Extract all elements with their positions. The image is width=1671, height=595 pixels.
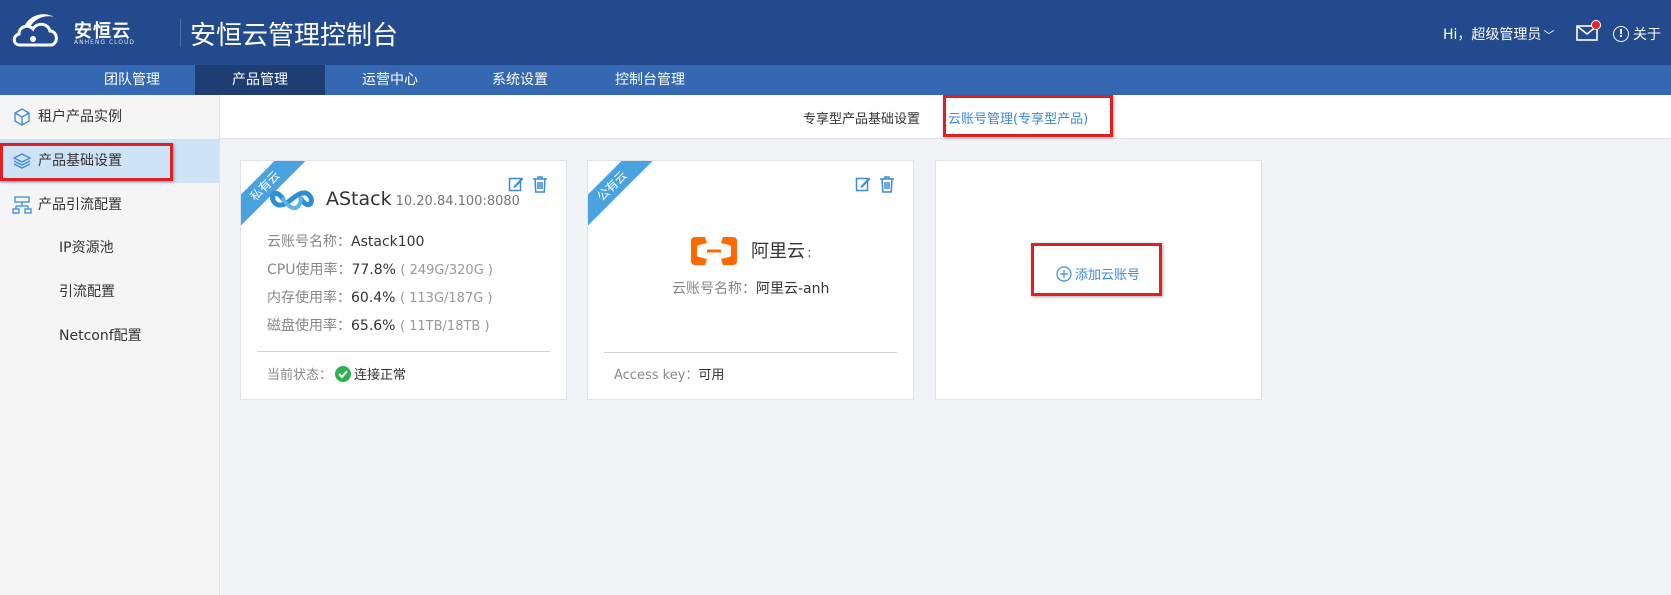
card-product-name: AStack	[326, 188, 392, 210]
about-button[interactable]: ! 关于	[1613, 24, 1661, 44]
highlight-box	[0, 143, 173, 181]
astack-logo-icon	[270, 190, 314, 210]
card-divider	[604, 352, 897, 353]
network-icon	[12, 196, 32, 214]
nav-item-team[interactable]: 团队管理	[69, 65, 195, 95]
card-name-suffix: :	[807, 245, 812, 261]
header-divider	[180, 19, 181, 47]
disk-usage-detail: ( 11TB/18TB )	[399, 319, 490, 334]
sidebar-item-label: 产品引流配置	[38, 197, 122, 213]
connection-status: 当前状态： 连接正常	[267, 364, 406, 383]
account-name-row: 云账号名称：阿里云-anh	[672, 278, 829, 298]
top-header: 安恒云 ANHENG CLOUD 安恒云管理控制台 Hi，超级管理员 ﹀ ! 关于	[0, 0, 1671, 65]
sidebar-subitem-netconf[interactable]: Netconf配置	[59, 326, 142, 346]
about-label: 关于	[1633, 27, 1661, 43]
check-circle-icon	[335, 365, 352, 382]
disk-usage-label: 磁盘使用率：	[267, 318, 351, 334]
tab-dedicated-settings[interactable]: 专享型产品基础设置	[803, 108, 920, 127]
disk-usage-row: 磁盘使用率：65.6% ( 11TB/18TB )	[267, 315, 490, 335]
trash-icon[interactable]	[532, 175, 548, 193]
card-ribbon: 公有云	[588, 161, 660, 234]
cpu-usage-label: CPU使用率：	[267, 262, 352, 278]
account-name-label: 云账号名称：	[672, 281, 756, 297]
memory-usage-label: 内存使用率：	[267, 290, 351, 306]
main-nav: 团队管理 产品管理 运营中心 系统设置 控制台管理	[0, 65, 1671, 95]
edit-icon[interactable]	[855, 175, 871, 193]
account-name-label: 云账号名称：	[267, 234, 351, 250]
account-name-value: 阿里云-anh	[756, 281, 830, 297]
account-name-row: 云账号名称：Astack100	[267, 231, 424, 251]
user-menu[interactable]: Hi，超级管理员 ﹀	[1443, 24, 1554, 44]
cpu-usage-value: 77.8%	[351, 262, 396, 278]
card-ip-address: 10.20.84.100:8080	[395, 194, 520, 209]
sidebar-subitem-ip-pool[interactable]: IP资源池	[59, 238, 114, 258]
nav-item-operations[interactable]: 运营中心	[325, 65, 455, 95]
sidebar-item-label: 租户产品实例	[38, 109, 122, 125]
memory-usage-value: 60.4%	[351, 290, 396, 306]
status-value: 连接正常	[354, 368, 407, 383]
sidebar-item-traffic-config[interactable]: 产品引流配置	[0, 183, 219, 227]
status-label: 当前状态：	[267, 368, 333, 383]
sidebar-item-tenant-instances[interactable]: 租户产品实例	[0, 95, 219, 139]
trash-icon[interactable]	[879, 175, 895, 193]
card-divider	[257, 351, 550, 352]
notification-dot	[1591, 20, 1601, 30]
chevron-down-icon: ﹀	[1543, 29, 1555, 42]
memory-usage-row: 内存使用率：60.4% ( 113G/187G )	[267, 287, 493, 307]
sidebar-subitem-traffic[interactable]: 引流配置	[59, 282, 115, 302]
logo-subtext: ANHENG CLOUD	[74, 39, 135, 46]
user-greeting: Hi，超级管理员	[1443, 27, 1542, 43]
disk-usage-value: 65.6%	[351, 318, 396, 334]
access-key-status: Access key： 可用	[614, 364, 724, 383]
access-key-value: 可用	[698, 368, 725, 383]
nav-item-system[interactable]: 系统设置	[455, 65, 585, 95]
nav-item-product[interactable]: 产品管理	[195, 65, 325, 95]
nav-item-console[interactable]: 控制台管理	[585, 65, 715, 95]
cloud-account-card-public: 公有云 阿里云: 云账号名称：阿里云-anh Access key： 可用	[587, 160, 914, 400]
card-actions	[855, 175, 895, 193]
info-icon: !	[1613, 26, 1629, 42]
memory-usage-detail: ( 113G/187G )	[399, 291, 493, 306]
highlight-box	[943, 95, 1113, 137]
card-title: 阿里云:	[751, 237, 812, 263]
card-product-name: 阿里云	[751, 241, 805, 262]
cube-icon	[14, 108, 30, 126]
highlight-box	[1031, 243, 1162, 296]
access-key-label: Access key：	[614, 368, 699, 383]
cpu-usage-row: CPU使用率：77.8% ( 249G/320G )	[267, 259, 493, 279]
card-title: AStack 10.20.84.100:8080	[326, 188, 520, 210]
app-title: 安恒云管理控制台	[190, 21, 399, 51]
account-name-value: Astack100	[351, 234, 425, 250]
cloud-account-card-private: 私有云 AStack 10.20.84.100:8080 云账号名称：Astack…	[240, 160, 567, 400]
aliyun-logo-icon	[691, 237, 737, 265]
cpu-usage-detail: ( 249G/320G )	[400, 263, 493, 278]
